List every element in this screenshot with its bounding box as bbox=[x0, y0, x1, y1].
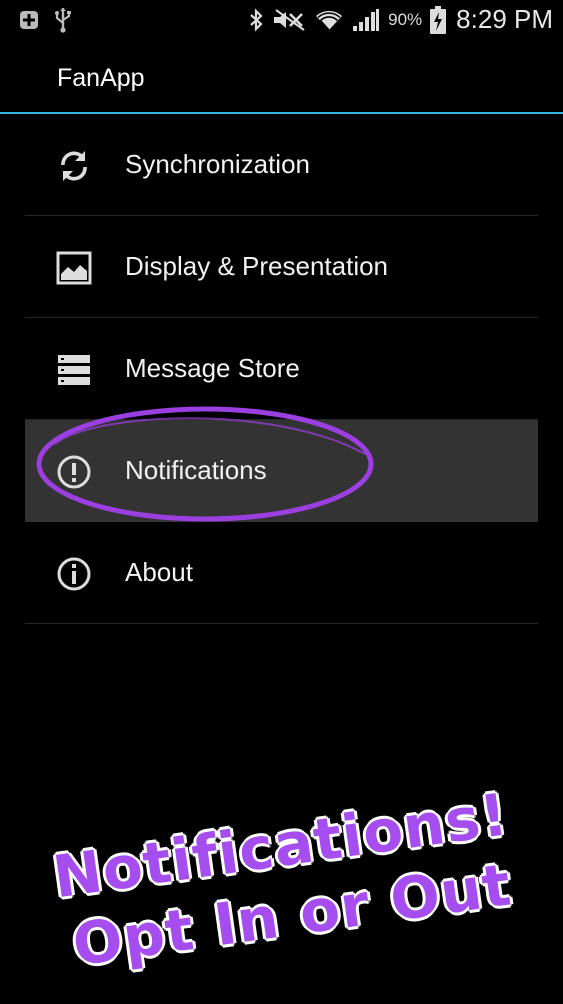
menu-item-display-presentation[interactable]: Display & Presentation bbox=[25, 216, 538, 318]
image-icon bbox=[56, 251, 92, 285]
menu-item-label: Notifications bbox=[125, 455, 267, 485]
promo-overlay: Notifications! Opt In or Out bbox=[34, 736, 557, 1004]
info-icon bbox=[57, 557, 91, 591]
usb-icon bbox=[55, 8, 71, 33]
menu-item-message-store[interactable]: Message Store bbox=[25, 318, 538, 420]
menu-item-about[interactable]: About bbox=[25, 522, 538, 624]
signal-icon bbox=[353, 8, 380, 31]
app-title: FanApp bbox=[57, 64, 145, 92]
menu-item-label: Display & Presentation bbox=[125, 251, 389, 281]
notification-plus-icon bbox=[20, 11, 38, 29]
menu-item-synchronization[interactable]: Synchronization bbox=[25, 114, 538, 216]
status-clock: 8:29 PM bbox=[456, 4, 553, 34]
action-bar: FanApp bbox=[0, 38, 563, 112]
status-bar: 90% 8:29 PM bbox=[0, 0, 563, 38]
menu-item-label: Synchronization bbox=[125, 149, 310, 179]
battery-percent: 90% bbox=[388, 9, 423, 29]
menu-item-label: Message Store bbox=[125, 353, 300, 383]
menu-item-notifications[interactable]: Notifications bbox=[25, 420, 538, 522]
settings-menu: Synchronization Display & Presentation M… bbox=[25, 114, 538, 624]
wifi-icon bbox=[316, 10, 343, 31]
alert-icon bbox=[57, 455, 91, 489]
battery-charging-icon bbox=[430, 5, 447, 34]
sync-icon bbox=[61, 151, 87, 181]
menu-item-label: About bbox=[125, 557, 193, 587]
mute-icon bbox=[274, 8, 305, 31]
storage-icon bbox=[58, 355, 90, 385]
bluetooth-icon bbox=[250, 7, 263, 32]
